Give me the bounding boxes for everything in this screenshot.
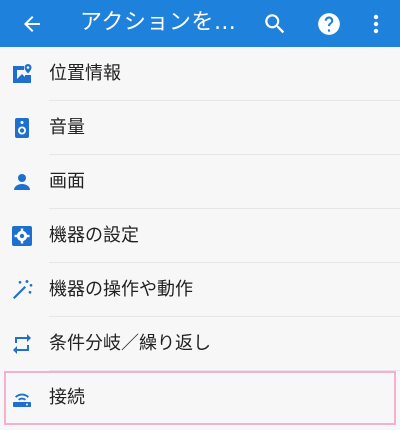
app-bar: アクションを… xyxy=(0,0,400,47)
list-item-label: 機器の設定 xyxy=(49,225,139,246)
help-circle-icon[interactable] xyxy=(316,11,342,37)
action-category-list: 位置情報 音量 画面 機器の設定 機器の操作や動作 条件分岐／繰り返し 接続 xyxy=(0,47,400,425)
list-item-volume[interactable]: 音量 xyxy=(0,101,400,155)
router-icon xyxy=(10,386,34,410)
list-item-label: 画面 xyxy=(49,171,85,192)
repeat-icon xyxy=(10,332,34,356)
magic-wand-icon xyxy=(10,278,34,302)
list-item-screen[interactable]: 画面 xyxy=(0,155,400,209)
list-item-label: 位置情報 xyxy=(49,63,121,84)
list-item-device-settings[interactable]: 機器の設定 xyxy=(0,209,400,263)
person-icon xyxy=(10,170,34,194)
list-item-label: 機器の操作や動作 xyxy=(49,279,193,300)
search-icon[interactable] xyxy=(262,11,288,37)
list-item-conditions-loops[interactable]: 条件分岐／繰り返し xyxy=(0,317,400,371)
arrow-left-icon[interactable] xyxy=(20,12,44,36)
list-item-device-actions[interactable]: 機器の操作や動作 xyxy=(0,263,400,317)
list-item-connection[interactable]: 接続 xyxy=(4,371,396,425)
list-item-label: 接続 xyxy=(49,387,85,408)
list-item-location[interactable]: 位置情報 xyxy=(0,47,400,101)
speaker-icon xyxy=(10,116,34,140)
page-title: アクションを… xyxy=(80,10,237,35)
map-marker-icon xyxy=(10,62,34,86)
list-item-label: 条件分岐／繰り返し xyxy=(49,333,211,354)
more-vert-icon[interactable] xyxy=(366,11,386,37)
gear-box-icon xyxy=(10,224,34,248)
list-item-label: 音量 xyxy=(49,117,85,138)
